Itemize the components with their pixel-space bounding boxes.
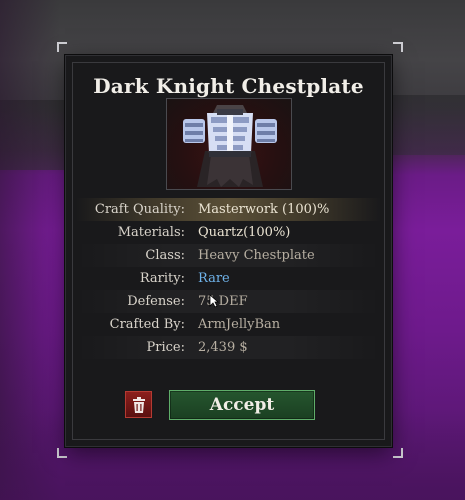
mouse-cursor-icon	[209, 294, 219, 308]
corner-bracket-bottom-right	[393, 448, 403, 458]
stat-value-rarity: Rare	[198, 271, 230, 286]
trash-icon	[133, 397, 145, 413]
stat-value: 75 DEF	[198, 294, 248, 309]
delete-button[interactable]	[125, 391, 152, 418]
stat-row-rarity: Rarity: Rare	[76, 267, 381, 290]
item-preview-frame	[166, 98, 292, 190]
stat-row-crafted-by: Crafted By: ArmJellyBan	[76, 313, 381, 336]
stat-row-materials: Materials: Quartz(100%)	[76, 221, 381, 244]
stat-label: Materials:	[117, 225, 185, 240]
accept-button[interactable]: Accept	[169, 390, 315, 420]
stat-row-defense: Defense: 75 DEF	[76, 290, 381, 313]
item-stats-list: Craft Quality: Masterwork (100)% Materia…	[76, 198, 381, 359]
stat-value: ArmJellyBan	[198, 317, 281, 332]
stat-value: Masterwork (100)%	[198, 202, 330, 217]
stat-row-price: Price: 2,439 $	[76, 336, 381, 359]
stat-label: Crafted By:	[109, 317, 185, 332]
corner-bracket-top-left	[57, 42, 67, 52]
corner-bracket-bottom-left	[57, 448, 67, 458]
item-title: Dark Knight Chestplate	[93, 74, 364, 98]
stat-row-craft-quality: Craft Quality: Masterwork (100)%	[76, 198, 381, 221]
stat-label: Defense:	[127, 294, 185, 309]
item-crafted-dialog: Dark Knight Chestplate Craft Quality: Ma…	[65, 55, 392, 447]
stat-label: Craft Quality:	[94, 202, 185, 217]
stat-label: Rarity:	[139, 271, 185, 286]
chestplate-armor-icon	[183, 105, 277, 187]
stat-label: Class:	[145, 248, 185, 263]
stat-label: Price:	[146, 340, 185, 355]
background-block-right	[385, 95, 465, 155]
stat-value: Heavy Chestplate	[198, 248, 315, 263]
stat-value: Quartz(100%)	[198, 225, 291, 240]
stat-row-class: Class: Heavy Chestplate	[76, 244, 381, 267]
corner-bracket-top-right	[393, 42, 403, 52]
stat-value: 2,439 $	[198, 340, 248, 355]
